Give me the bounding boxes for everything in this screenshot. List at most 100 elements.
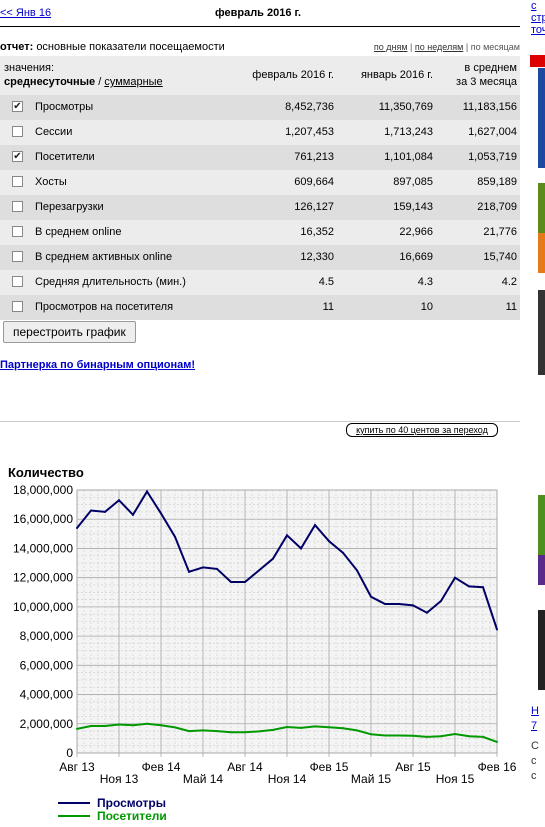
period-link-months[interactable]: по месяцам bbox=[471, 42, 520, 52]
data-point bbox=[454, 576, 456, 579]
data-point bbox=[118, 723, 120, 726]
y-tick-label: 0 bbox=[66, 746, 73, 760]
line-chart: 0 2,000,000 4,000,000 6,000,000 8,000,000 10,… bbox=[8, 465, 517, 823]
sidebar-text: с bbox=[531, 0, 537, 12]
data-point bbox=[300, 547, 302, 550]
legend-label: Просмотры bbox=[97, 796, 166, 810]
x-tick-label: Ноя 14 bbox=[268, 772, 307, 786]
row-checkbox[interactable] bbox=[12, 226, 23, 237]
data-point bbox=[160, 512, 162, 515]
buy-traffic-button[interactable]: купить по 40 центов за переход bbox=[346, 423, 498, 437]
data-point bbox=[188, 570, 190, 573]
sidebar-banner[interactable] bbox=[538, 610, 545, 690]
value-jan: 897,085 bbox=[393, 176, 433, 188]
table-row: Посетители 761,213 1,101,084 1,053,719 bbox=[0, 145, 520, 170]
data-point bbox=[496, 740, 498, 743]
value-jan: 16,669 bbox=[399, 251, 433, 263]
period-links: по дням | по неделям | по месяцам bbox=[374, 42, 520, 52]
sidebar-banner[interactable] bbox=[538, 290, 545, 375]
sidebar-link[interactable]: стр bbox=[531, 12, 545, 24]
row-checkbox[interactable] bbox=[12, 101, 23, 112]
row-checkbox[interactable] bbox=[12, 126, 23, 137]
sidebar-banner[interactable] bbox=[530, 55, 545, 67]
x-tick-label: Май 15 bbox=[351, 772, 392, 786]
y-tick-label: 6,000,000 bbox=[20, 658, 74, 672]
data-point bbox=[314, 524, 316, 527]
data-point bbox=[356, 569, 358, 572]
value-avg: 21,776 bbox=[483, 226, 517, 238]
mode-total-link[interactable]: суммарные bbox=[104, 76, 162, 88]
divider bbox=[0, 421, 520, 422]
data-point bbox=[174, 726, 176, 729]
value-feb: 126,127 bbox=[294, 201, 334, 213]
data-point bbox=[384, 602, 386, 605]
rebuild-chart-button[interactable]: перестроить график bbox=[3, 321, 136, 343]
period-link-weeks[interactable]: по неделям bbox=[415, 42, 463, 52]
row-checkbox[interactable] bbox=[12, 176, 23, 187]
stats-header: значения: среднесуточные / суммарные фев… bbox=[0, 56, 520, 95]
data-point bbox=[384, 734, 386, 737]
row-checkbox[interactable] bbox=[12, 201, 23, 212]
value-avg: 11,183,156 bbox=[462, 101, 517, 113]
row-label: Хосты bbox=[35, 176, 67, 188]
value-feb: 1,207,453 bbox=[285, 126, 334, 138]
sidebar-banner[interactable] bbox=[538, 68, 545, 168]
sidebar-link[interactable]: Н bbox=[531, 705, 539, 717]
data-point bbox=[160, 724, 162, 727]
period-link-days[interactable]: по дням bbox=[374, 42, 408, 52]
value-jan: 11,350,769 bbox=[378, 101, 433, 113]
row-checkbox[interactable] bbox=[12, 251, 23, 262]
data-point bbox=[496, 628, 498, 631]
sidebar-link[interactable]: 7 bbox=[531, 720, 537, 732]
table-row: Хосты 609,664 897,085 859,189 bbox=[0, 170, 520, 195]
sidebar-banner[interactable] bbox=[538, 233, 545, 273]
prev-month-link[interactable]: << Янв 16 bbox=[0, 7, 51, 19]
table-row: В среднем активных online 12,330 16,669 15,… bbox=[0, 245, 520, 270]
data-point bbox=[146, 722, 148, 725]
value-avg: 218,709 bbox=[477, 201, 517, 213]
value-feb: 8,452,736 bbox=[285, 101, 334, 113]
value-avg: 1,053,719 bbox=[468, 151, 517, 163]
sidebar-link[interactable]: точ bbox=[531, 24, 545, 36]
row-label: Перезагрузки bbox=[35, 201, 104, 213]
row-label: Средняя длительность (мин.) bbox=[35, 276, 186, 288]
data-point bbox=[342, 727, 344, 730]
value-feb: 4.5 bbox=[318, 276, 334, 288]
y-tick-label: 16,000,000 bbox=[13, 512, 73, 526]
mode-separator: / bbox=[98, 76, 102, 88]
sidebar-banner[interactable] bbox=[538, 495, 545, 555]
legend-label: Посетители bbox=[97, 809, 167, 823]
report-label-key: отчет: bbox=[0, 41, 34, 53]
data-point bbox=[412, 734, 414, 737]
stats-table: значения: среднесуточные / суммарные фев… bbox=[0, 56, 520, 320]
sidebar-banner[interactable] bbox=[538, 183, 545, 233]
value-jan: 4.3 bbox=[417, 276, 433, 288]
table-row: Перезагрузки 126,127 159,143 218,709 bbox=[0, 195, 520, 220]
chart-title: Количество bbox=[8, 465, 84, 480]
data-point bbox=[314, 725, 316, 728]
data-point bbox=[216, 730, 218, 733]
row-checkbox[interactable] bbox=[12, 301, 23, 312]
x-tick-label: Ноя 15 bbox=[436, 772, 475, 786]
y-tick-label: 2,000,000 bbox=[20, 717, 74, 731]
row-checkbox[interactable] bbox=[12, 151, 23, 162]
sidebar-banner[interactable] bbox=[538, 555, 545, 585]
value-feb: 16,352 bbox=[300, 226, 334, 238]
data-point bbox=[412, 604, 414, 607]
partner-link[interactable]: Партнерка по бинарным опционам! bbox=[0, 359, 195, 371]
x-tick-label: Ноя 13 bbox=[100, 772, 139, 786]
stats-rows: Просмотры 8,452,736 11,350,769 11,183,156 Се… bbox=[0, 95, 520, 320]
row-label: Просмотры bbox=[35, 101, 94, 113]
data-point bbox=[230, 581, 232, 584]
value-avg: 15,740 bbox=[483, 251, 517, 263]
y-tick-label: 4,000,000 bbox=[20, 688, 74, 702]
data-point bbox=[76, 727, 78, 730]
data-point bbox=[230, 731, 232, 734]
data-point bbox=[76, 526, 78, 529]
row-checkbox[interactable] bbox=[12, 276, 23, 287]
data-point bbox=[468, 585, 470, 588]
sidebar-text: С bbox=[531, 740, 539, 752]
data-point bbox=[174, 535, 176, 538]
top-navigation: << Янв 16 февраль 2016 г. bbox=[0, 0, 520, 27]
column-header-avg: в среднем за 3 месяца bbox=[456, 61, 517, 89]
